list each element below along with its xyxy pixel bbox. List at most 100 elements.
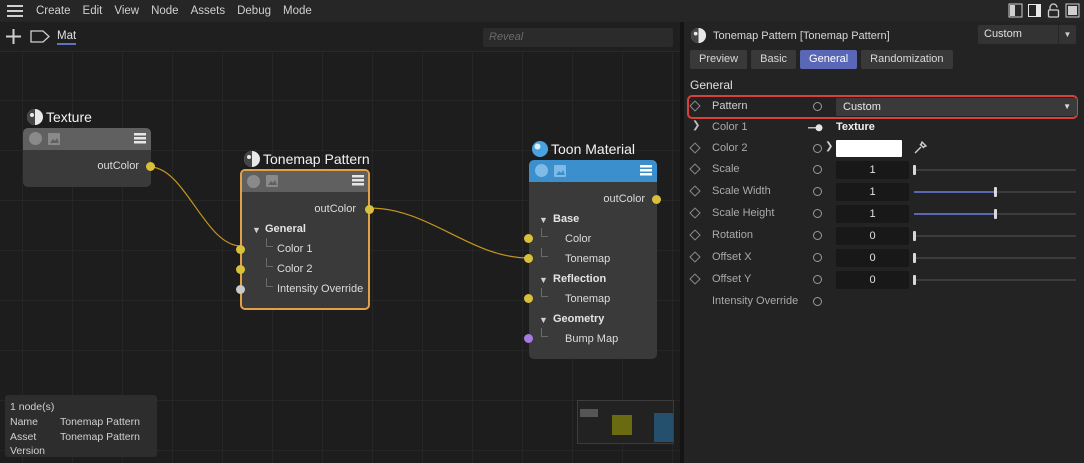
- texture-node-title[interactable]: Texture: [26, 108, 92, 126]
- tonemap-intensity-port[interactable]: [236, 285, 245, 294]
- pattern-node-icon: [244, 151, 260, 167]
- tab-preview[interactable]: Preview: [690, 50, 748, 69]
- minimap[interactable]: [577, 400, 674, 444]
- port-circle-icon[interactable]: [813, 165, 822, 174]
- prop-scale-label: Scale: [712, 163, 740, 175]
- image-icon: [48, 133, 60, 145]
- offset-y-input[interactable]: 0: [836, 271, 909, 289]
- toon-outcolor-port[interactable]: [652, 195, 661, 204]
- node-menu-icon[interactable]: [352, 175, 364, 186]
- keyframe-diamond-icon[interactable]: [689, 142, 701, 154]
- toon-node[interactable]: outColor ▼ Base Color Tonemap ▼ Reflecti…: [524, 160, 661, 359]
- menu-view[interactable]: View: [108, 0, 145, 22]
- tonemap-node[interactable]: outColor ▼ General Color 1 Color 2 Inten…: [236, 169, 374, 310]
- menu-node[interactable]: Node: [145, 0, 185, 22]
- image-icon: [554, 165, 566, 177]
- texture-outcolor-port[interactable]: [146, 162, 155, 171]
- port-circle-icon[interactable]: [813, 144, 822, 153]
- prop-color1-value[interactable]: Texture: [836, 121, 875, 133]
- tab-randomization[interactable]: Randomization: [861, 50, 953, 69]
- chevron-down-icon[interactable]: ▼: [539, 315, 548, 325]
- prop-offset-y-label: Offset Y: [712, 273, 752, 285]
- selection-info-box: 1 node(s) Name Tonemap Pattern Asset Ton…: [5, 395, 157, 457]
- prop-color2: Color 2 ❯: [684, 139, 1084, 159]
- port-circle-icon[interactable]: [813, 102, 822, 111]
- port-circle-icon[interactable]: [813, 209, 822, 218]
- chevron-down-icon[interactable]: ▼: [539, 215, 548, 225]
- port-circle-icon[interactable]: [813, 297, 822, 306]
- chevron-right-icon[interactable]: ❯: [692, 120, 700, 131]
- scale-input[interactable]: 1: [836, 161, 909, 179]
- keyframe-diamond-icon[interactable]: [689, 273, 701, 285]
- keyframe-diamond-icon[interactable]: [689, 207, 701, 219]
- scale-width-slider[interactable]: [914, 187, 1076, 197]
- hide-icon[interactable]: [1065, 3, 1080, 18]
- panel-title: Tonemap Pattern [Tonemap Pattern]: [713, 29, 890, 42]
- offset-x-input[interactable]: 0: [836, 249, 909, 267]
- rotation-slider[interactable]: [913, 231, 1076, 241]
- toon-reflection-tonemap-port[interactable]: [524, 294, 533, 303]
- chevron-down-icon: ▼: [1063, 102, 1071, 111]
- keyframe-diamond-icon[interactable]: [689, 100, 701, 112]
- toon-node-title[interactable]: Toon Material: [531, 140, 635, 158]
- node-menu-icon[interactable]: [640, 165, 652, 176]
- tree-line: [541, 288, 548, 297]
- lock-icon[interactable]: [1046, 3, 1061, 18]
- layout-right-icon[interactable]: [1027, 3, 1042, 18]
- chevron-right-icon[interactable]: ❯: [825, 141, 833, 152]
- scale-height-slider[interactable]: [914, 209, 1076, 219]
- menu-assets[interactable]: Assets: [185, 0, 232, 22]
- menu-create[interactable]: Create: [30, 0, 77, 22]
- keyframe-diamond-icon[interactable]: [689, 185, 701, 197]
- keyframe-diamond-icon[interactable]: [689, 163, 701, 175]
- port-circle-icon[interactable]: [813, 187, 822, 196]
- port-circle-icon[interactable]: [813, 231, 822, 240]
- toon-tonemap-port[interactable]: [524, 254, 533, 263]
- texture-node[interactable]: outColor: [23, 128, 155, 187]
- pattern-dropdown-value: Custom: [843, 101, 881, 113]
- tonemap-color1-port[interactable]: [236, 245, 245, 254]
- texture-outcolor-label: outColor: [97, 160, 139, 172]
- menu-debug[interactable]: Debug: [231, 0, 277, 22]
- rotation-input[interactable]: 0: [836, 227, 909, 245]
- tab-general[interactable]: General: [800, 50, 858, 69]
- toon-group-reflection: Reflection: [553, 273, 607, 285]
- toon-bumpmap-port[interactable]: [524, 334, 533, 343]
- toon-color-port[interactable]: [524, 234, 533, 243]
- texture-node-header: [23, 128, 151, 150]
- tab-basic[interactable]: Basic: [751, 50, 797, 69]
- scale-slider[interactable]: [913, 165, 1076, 175]
- tonemap-node-title[interactable]: Tonemap Pattern: [243, 150, 370, 168]
- offset-x-slider[interactable]: [913, 253, 1076, 263]
- tonemap-outcolor-port[interactable]: [365, 205, 374, 214]
- pattern-dropdown[interactable]: Custom ▼: [836, 98, 1077, 116]
- chevron-down-icon: ▼: [1058, 25, 1076, 44]
- toon-outcolor-label: outColor: [603, 193, 645, 205]
- node-editor-canvas[interactable]: Mat Reveal Texture outColor Tonemap Patt…: [0, 22, 680, 463]
- scale-width-input[interactable]: 1: [836, 183, 909, 201]
- offset-y-slider[interactable]: [913, 275, 1076, 285]
- port-circle-icon[interactable]: [813, 275, 822, 284]
- connected-port-icon[interactable]: [808, 123, 824, 133]
- node-menu-icon[interactable]: [134, 133, 146, 144]
- prop-offset-y: Offset Y 0: [684, 270, 1084, 290]
- panel-tabs: Preview Basic General Randomization: [690, 50, 953, 69]
- chevron-down-icon[interactable]: ▼: [252, 225, 261, 235]
- keyframe-diamond-icon[interactable]: [689, 229, 701, 241]
- toon-input-tonemap: Tonemap: [565, 253, 611, 265]
- mode-dropdown[interactable]: Custom ▼: [978, 25, 1076, 44]
- menu-mode[interactable]: Mode: [277, 0, 318, 22]
- scale-height-input[interactable]: 1: [836, 205, 909, 223]
- tonemap-input-intensity: Intensity Override: [277, 283, 364, 295]
- layout-left-icon[interactable]: [1008, 3, 1023, 18]
- hamburger-menu-icon[interactable]: [0, 0, 30, 22]
- toon-input-bumpmap: Bump Map: [565, 333, 619, 345]
- eyedropper-icon[interactable]: [913, 141, 927, 155]
- menu-edit[interactable]: Edit: [77, 0, 109, 22]
- dollar-icon: [29, 132, 42, 145]
- chevron-down-icon[interactable]: ▼: [539, 275, 548, 285]
- color2-swatch[interactable]: [836, 140, 902, 157]
- port-circle-icon[interactable]: [813, 253, 822, 262]
- keyframe-diamond-icon[interactable]: [689, 251, 701, 263]
- tonemap-color2-port[interactable]: [236, 265, 245, 274]
